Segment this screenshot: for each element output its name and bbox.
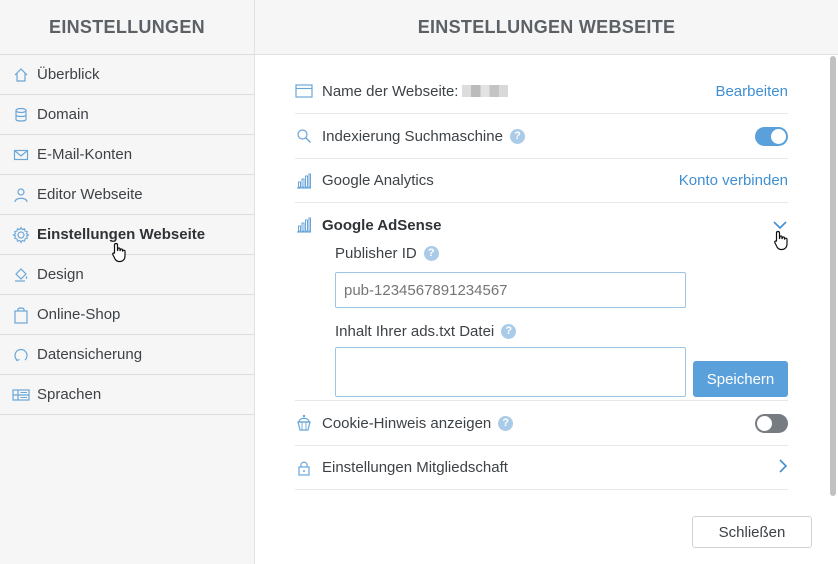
page-title: EINSTELLUNGEN WEBSEITE [255, 0, 838, 55]
help-icon[interactable]: ? [498, 415, 514, 431]
sidebar-item-label: Datensicherung [37, 346, 143, 363]
indexing-row: Indexierung Suchmaschine ? [295, 114, 788, 159]
home-icon [11, 65, 31, 85]
help-icon[interactable]: ? [509, 128, 525, 144]
browser-window-icon [295, 82, 313, 100]
bar-chart-icon [295, 216, 313, 234]
toggle-knob [771, 128, 786, 144]
toggle-knob [757, 415, 772, 431]
sidebar-item-domain[interactable]: Domain [0, 95, 254, 135]
scrollbar[interactable] [829, 56, 837, 496]
mail-icon [11, 145, 31, 165]
edit-site-name-link[interactable]: Bearbeiten [715, 83, 788, 100]
shopping-bag-icon [11, 305, 31, 325]
chevron-right-icon[interactable] [778, 458, 788, 478]
sidebar-item-backup[interactable]: Datensicherung [0, 335, 254, 375]
cookie-toggle[interactable] [755, 413, 788, 433]
user-icon [11, 185, 31, 205]
site-name-value-redacted [462, 85, 509, 97]
publisher-id-label-row: Publisher ID ? [335, 242, 439, 264]
indexing-label: Indexierung Suchmaschine [322, 127, 503, 145]
sidebar-item-shop[interactable]: Online-Shop [0, 295, 254, 335]
sidebar-title: EINSTELLUNGEN [0, 0, 254, 55]
sidebar-item-label: E-Mail-Konten [37, 146, 133, 163]
ads-txt-textarea[interactable] [335, 347, 686, 397]
help-icon[interactable]: ? [423, 245, 439, 261]
settings-dialog: EINSTELLUNGEN Überblick Domain E-Mail-Ko… [0, 0, 838, 564]
gear-icon [11, 225, 31, 245]
publisher-id-label: Publisher ID [335, 244, 417, 262]
adsense-section: Google AdSense Publisher ID ? Inhalt Ihr… [295, 203, 788, 401]
languages-icon [11, 385, 31, 405]
sidebar-item-languages[interactable]: Sprachen [0, 375, 254, 415]
sidebar-item-label: Domain [37, 106, 89, 123]
sidebar-item-editor[interactable]: Editor Webseite [0, 175, 254, 215]
lock-icon [295, 459, 313, 477]
sidebar-item-label: Sprachen [37, 386, 102, 403]
sidebar-item-label: Editor Webseite [37, 186, 143, 203]
backup-icon [11, 345, 31, 365]
sidebar-item-label: Design [37, 266, 84, 283]
cupcake-icon [295, 414, 313, 432]
sidebar-item-label: Online-Shop [37, 306, 121, 323]
sidebar-item-overview[interactable]: Überblick [0, 55, 254, 95]
search-icon [295, 127, 313, 145]
save-button[interactable]: Speichern [693, 361, 788, 397]
sidebar-item-email[interactable]: E-Mail-Konten [0, 135, 254, 175]
paint-bucket-icon [11, 265, 31, 285]
ads-txt-label: Inhalt Ihrer ads.txt Datei [335, 322, 495, 340]
close-button[interactable]: Schließen [692, 516, 812, 548]
analytics-label: Google Analytics [322, 172, 434, 189]
membership-label: Einstellungen Mitgliedschaft [322, 459, 508, 476]
adsense-header[interactable]: Google AdSense [295, 203, 788, 247]
adsense-label: Google AdSense [322, 216, 442, 234]
hand-cursor-icon [774, 230, 788, 251]
ads-txt-label-row: Inhalt Ihrer ads.txt Datei ? [335, 320, 517, 342]
sidebar-item-label: Überblick [37, 66, 100, 83]
database-icon [11, 105, 31, 125]
sidebar-item-label: Einstellungen Webseite [37, 226, 206, 243]
site-name-label: Name der Webseite: [322, 82, 459, 100]
help-icon[interactable]: ? [501, 323, 517, 339]
ads-txt-row: Speichern [335, 347, 788, 397]
connect-account-link[interactable]: Konto verbinden [679, 172, 788, 189]
sidebar: EINSTELLUNGEN Überblick Domain E-Mail-Ko… [0, 0, 255, 564]
membership-row[interactable]: Einstellungen Mitgliedschaft [295, 446, 788, 490]
settings-list: Name der Webseite: Bearbeiten Indexierun… [295, 69, 788, 490]
indexing-toggle[interactable] [755, 126, 788, 146]
cookie-row: Cookie-Hinweis anzeigen ? [295, 401, 788, 446]
bar-chart-icon [295, 172, 313, 190]
publisher-id-input[interactable] [335, 272, 686, 308]
hand-cursor-icon [112, 242, 126, 263]
scrollbar-thumb[interactable] [830, 56, 836, 496]
analytics-row: Google Analytics Konto verbinden [295, 159, 788, 203]
cookie-label: Cookie-Hinweis anzeigen [322, 414, 492, 432]
site-name-row: Name der Webseite: Bearbeiten [295, 69, 788, 114]
